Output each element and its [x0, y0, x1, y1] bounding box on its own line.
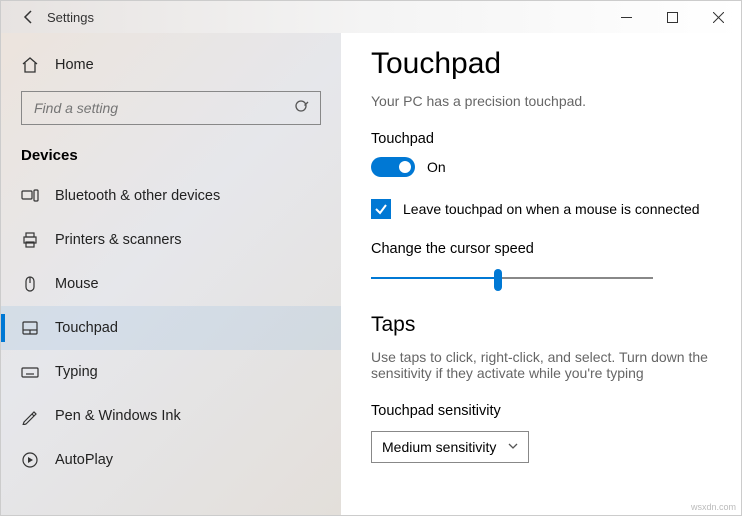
- watermark: wsxdn.com: [691, 502, 736, 512]
- page-title: Touchpad: [371, 47, 711, 81]
- search-icon: [294, 99, 310, 118]
- sensitivity-dropdown[interactable]: Medium sensitivity: [371, 431, 529, 463]
- leave-on-checkbox[interactable]: [371, 199, 391, 219]
- nav-label: Printers & scanners: [55, 232, 182, 248]
- slider-thumb[interactable]: [494, 269, 502, 291]
- nav-label: Touchpad: [55, 320, 118, 336]
- autoplay-icon: [21, 451, 39, 469]
- keyboard-icon: [21, 363, 39, 381]
- nav-autoplay[interactable]: AutoPlay: [1, 438, 341, 482]
- nav-label: AutoPlay: [55, 452, 113, 468]
- nav-typing[interactable]: Typing: [1, 350, 341, 394]
- window-title: Settings: [47, 10, 94, 25]
- nav-bluetooth[interactable]: Bluetooth & other devices: [1, 174, 341, 218]
- touchpad-icon: [21, 319, 39, 337]
- nav-pen[interactable]: Pen & Windows Ink: [1, 394, 341, 438]
- nav-label: Typing: [55, 364, 98, 380]
- nav-label: Mouse: [55, 276, 99, 292]
- nav-touchpad[interactable]: Touchpad: [1, 306, 341, 350]
- home-icon: [21, 56, 39, 74]
- nav-mouse[interactable]: Mouse: [1, 262, 341, 306]
- touchpad-toggle[interactable]: [371, 157, 415, 177]
- devices-icon: [21, 187, 39, 205]
- sidebar-section-header: Devices: [1, 139, 341, 174]
- taps-description: Use taps to click, right-click, and sele…: [371, 349, 711, 381]
- leave-on-checkbox-label: Leave touchpad on when a mouse is connec…: [403, 201, 700, 217]
- cursor-speed-label: Change the cursor speed: [371, 241, 711, 257]
- precision-description: Your PC has a precision touchpad.: [371, 93, 711, 109]
- back-button[interactable]: [11, 1, 47, 33]
- nav-home-label: Home: [55, 57, 94, 73]
- search-box[interactable]: [21, 91, 321, 125]
- maximize-button[interactable]: [649, 1, 695, 33]
- nav-label: Bluetooth & other devices: [55, 188, 220, 204]
- touchpad-toggle-label: Touchpad: [371, 131, 711, 147]
- mouse-icon: [21, 275, 39, 293]
- close-button[interactable]: [695, 1, 741, 33]
- search-input[interactable]: [32, 99, 294, 117]
- toggle-state-label: On: [427, 159, 446, 175]
- content-pane: Touchpad Your PC has a precision touchpa…: [341, 33, 741, 515]
- titlebar: Settings: [1, 1, 741, 33]
- dropdown-value: Medium sensitivity: [382, 439, 496, 455]
- sensitivity-label: Touchpad sensitivity: [371, 403, 711, 419]
- chevron-down-icon: [508, 441, 518, 454]
- nav-home[interactable]: Home: [1, 43, 341, 87]
- printer-icon: [21, 231, 39, 249]
- nav-printers[interactable]: Printers & scanners: [1, 218, 341, 262]
- minimize-button[interactable]: [603, 1, 649, 33]
- nav-label: Pen & Windows Ink: [55, 408, 181, 424]
- cursor-speed-slider[interactable]: [371, 267, 653, 291]
- sidebar: Home Devices Bluetooth & other devices: [1, 33, 341, 515]
- taps-section-title: Taps: [371, 313, 711, 337]
- pen-icon: [21, 407, 39, 425]
